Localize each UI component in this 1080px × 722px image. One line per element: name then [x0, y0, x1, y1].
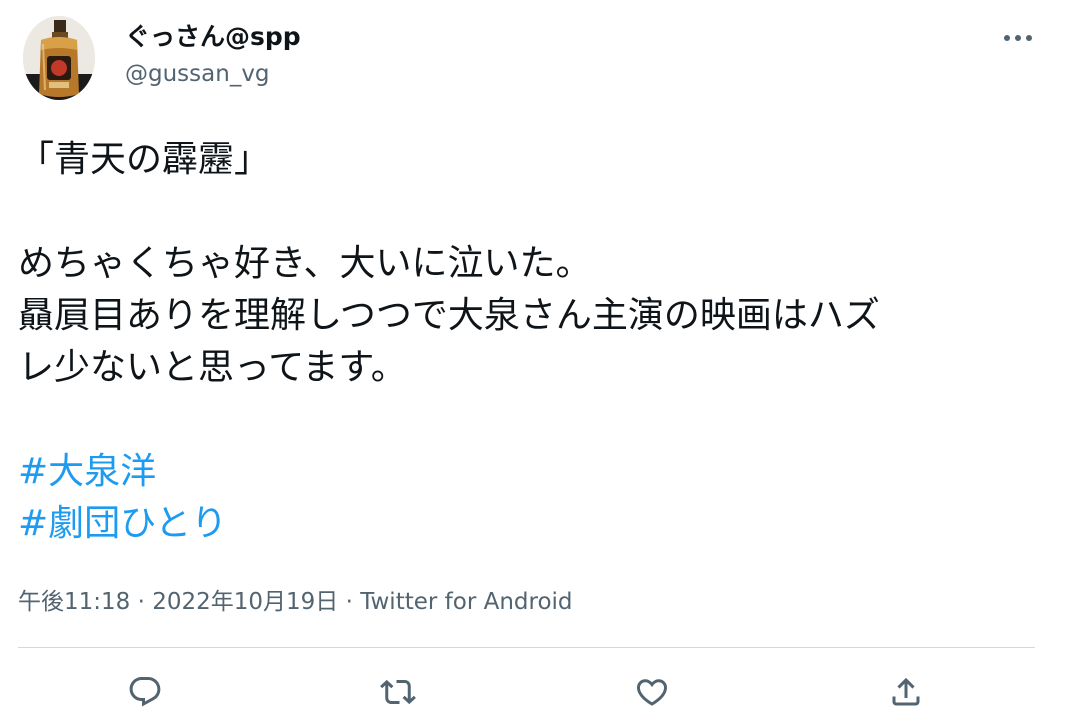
author-handle[interactable]: @gussan_vg — [125, 58, 270, 90]
tweet-text-line: レ少ないと思ってます。 — [18, 347, 407, 388]
tweet-metadata: 午後11:18 · 2022年10月19日 · Twitter for Andr… — [18, 585, 573, 619]
whisky-bottle-icon — [23, 16, 95, 100]
meta-separator: · — [338, 589, 361, 615]
tweet-text: 「青天の霹靂」 めちゃくちゃ好き、大いに泣いた。 贔屓目ありを理解しつつで大泉さ… — [18, 134, 1048, 550]
retweet-button[interactable] — [376, 670, 420, 714]
tweet-date[interactable]: 2022年10月19日 — [152, 589, 338, 615]
heart-icon — [636, 679, 668, 706]
tweet-text-line: 「青天の霹靂」 — [18, 139, 271, 180]
tweet-text-line: 贔屓目ありを理解しつつで大泉さん主演の映画はハズ — [18, 295, 880, 336]
hashtag-link[interactable]: #劇団ひとり — [18, 503, 227, 544]
more-options-button[interactable] — [996, 20, 1040, 56]
meta-separator: · — [130, 589, 153, 615]
hashtag-link[interactable]: #大泉洋 — [18, 451, 156, 492]
tweet-source[interactable]: Twitter for Android — [360, 589, 572, 615]
tweet-card: ぐっさん@spp @gussan_vg 「青天の霹靂」 めちゃくちゃ好き、大いに… — [0, 0, 1065, 722]
tweet-time[interactable]: 午後11:18 — [18, 589, 130, 615]
share-icon — [892, 677, 920, 706]
divider — [18, 647, 1035, 648]
tweet-text-line: めちゃくちゃ好き、大いに泣いた。 — [18, 243, 592, 284]
like-button[interactable] — [630, 670, 674, 714]
share-button[interactable] — [884, 670, 928, 714]
author-display-name[interactable]: ぐっさん@spp — [125, 20, 301, 54]
more-dots-icon — [1004, 35, 1032, 41]
reply-button[interactable] — [123, 670, 167, 714]
avatar[interactable] — [23, 16, 95, 100]
retweet-icon — [380, 679, 416, 705]
reply-icon — [129, 677, 161, 707]
